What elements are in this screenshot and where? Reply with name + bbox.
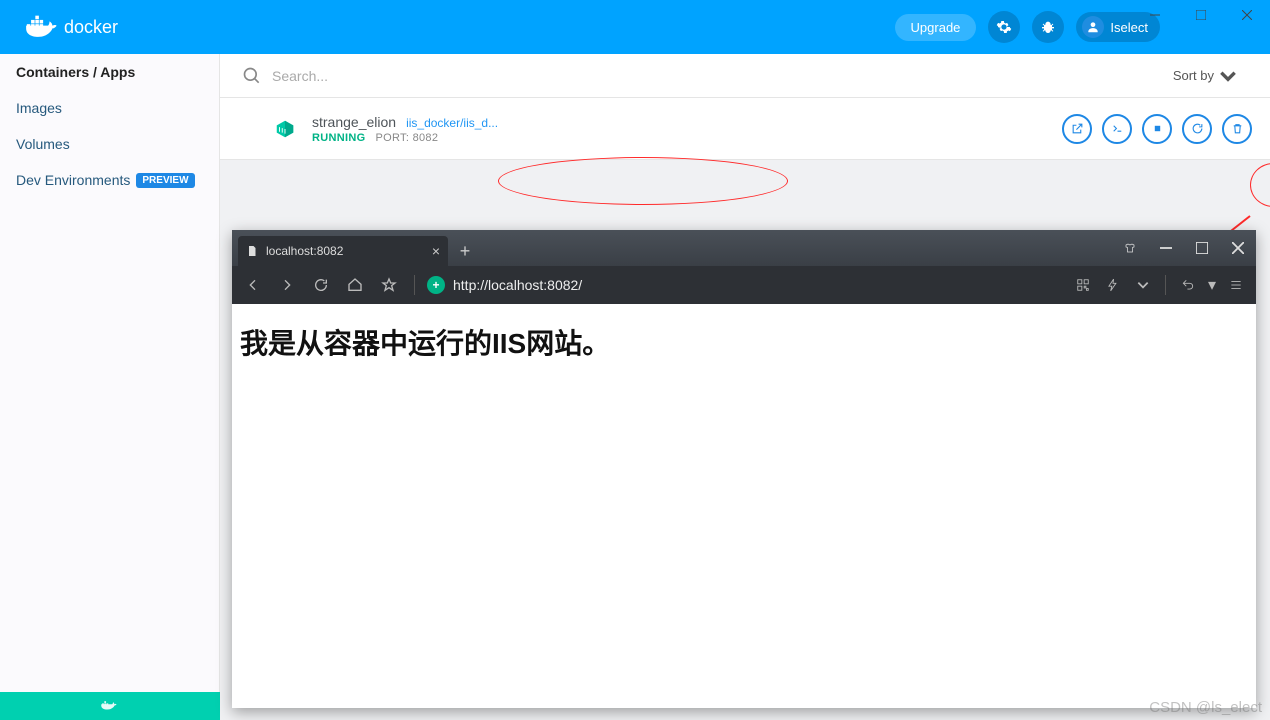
watermark: CSDN @ls_elect	[1149, 699, 1262, 716]
new-tab-button[interactable]: +	[452, 238, 478, 264]
browser-close[interactable]	[1220, 230, 1256, 266]
nav-reload-button[interactable]	[308, 272, 334, 298]
window-minimize[interactable]	[1132, 0, 1178, 30]
restart-button[interactable]	[1182, 114, 1212, 144]
annotation-circle	[1250, 163, 1270, 207]
container-icon	[274, 118, 296, 140]
terminal-icon	[1111, 122, 1124, 135]
window-controls	[1132, 0, 1270, 30]
window-close[interactable]	[1224, 0, 1270, 30]
docker-logo: docker	[24, 15, 118, 39]
browser-minimize[interactable]	[1148, 230, 1184, 266]
sidebar: Containers / Apps Images Volumes Dev Env…	[0, 54, 220, 720]
preview-badge: PREVIEW	[136, 173, 194, 188]
stop-icon	[1151, 122, 1164, 135]
external-link-icon	[1071, 122, 1084, 135]
stop-button[interactable]	[1142, 114, 1172, 144]
toolbar-divider	[1165, 275, 1166, 295]
troubleshoot-button[interactable]	[1032, 11, 1064, 43]
chevron-right-icon	[279, 277, 295, 293]
delete-button[interactable]	[1222, 114, 1252, 144]
annotation-ellipse	[498, 157, 788, 205]
hamburger-icon	[1229, 278, 1243, 292]
container-image: iis_docker/iis_d...	[406, 116, 498, 130]
sidebar-item-containers[interactable]: Containers / Apps	[0, 54, 219, 90]
sort-dropdown[interactable]: Sort by	[1173, 66, 1248, 86]
browser-tab[interactable]: localhost:8082 ×	[238, 236, 448, 266]
reload-icon	[313, 277, 329, 293]
sidebar-item-volumes[interactable]: Volumes	[0, 126, 219, 162]
toolbar-divider	[414, 275, 415, 295]
site-security-badge[interactable]: +	[427, 276, 445, 294]
whale-icon	[98, 699, 122, 713]
shirt-icon	[1124, 242, 1136, 254]
search-bar: Sort by	[220, 54, 1270, 98]
restart-icon	[1191, 122, 1204, 135]
search-icon	[242, 66, 262, 86]
sidebar-item-label: Containers / Apps	[16, 64, 135, 80]
container-port: PORT: 8082	[376, 132, 439, 144]
sort-label: Sort by	[1173, 68, 1214, 83]
chevron-down-icon	[1218, 66, 1238, 86]
brand-text: docker	[64, 17, 118, 38]
nav-bookmark-button[interactable]	[376, 272, 402, 298]
browser-window: localhost:8082 × + + http://localhost:80…	[232, 230, 1256, 708]
nav-home-button[interactable]	[342, 272, 368, 298]
sidebar-item-label: Volumes	[16, 136, 70, 152]
bug-icon	[1040, 19, 1056, 35]
tab-close-button[interactable]: ×	[432, 243, 440, 259]
search-input[interactable]	[272, 68, 1173, 84]
trash-icon	[1231, 122, 1244, 135]
page-icon	[246, 245, 258, 257]
sidebar-item-devenv[interactable]: Dev Environments PREVIEW	[0, 162, 219, 198]
flash-button[interactable]	[1101, 273, 1125, 297]
page-heading: 我是从容器中运行的IIS网站。	[240, 322, 1248, 362]
sidebar-footer[interactable]	[0, 692, 220, 720]
undo-button[interactable]	[1176, 273, 1200, 297]
container-row[interactable]: strange_elion iis_docker/iis_d... RUNNIN…	[220, 98, 1270, 160]
app-header: docker Upgrade Iselect	[0, 0, 1270, 54]
chevron-down-icon	[1136, 278, 1150, 292]
whale-icon	[24, 15, 58, 39]
cli-button[interactable]	[1102, 114, 1132, 144]
chevron-left-icon	[245, 277, 261, 293]
browser-toolbar: + http://localhost:8082/ ▾	[232, 266, 1256, 304]
nav-back-button[interactable]	[240, 272, 266, 298]
undo-icon	[1181, 278, 1195, 292]
flash-dropdown[interactable]	[1131, 273, 1155, 297]
browser-viewport: 我是从容器中运行的IIS网站。	[232, 304, 1256, 380]
sidebar-item-images[interactable]: Images	[0, 90, 219, 126]
qr-button[interactable]	[1071, 273, 1095, 297]
home-icon	[347, 277, 363, 293]
browser-maximize[interactable]	[1184, 230, 1220, 266]
nav-forward-button[interactable]	[274, 272, 300, 298]
settings-button[interactable]	[988, 11, 1020, 43]
address-bar[interactable]: http://localhost:8082/	[453, 277, 1063, 293]
upgrade-button[interactable]: Upgrade	[895, 14, 977, 41]
container-status: RUNNING	[312, 132, 365, 144]
open-in-browser-button[interactable]	[1062, 114, 1092, 144]
browser-extension-button[interactable]	[1112, 230, 1148, 266]
tab-title: localhost:8082	[266, 244, 343, 258]
window-maximize[interactable]	[1178, 0, 1224, 30]
lightning-icon	[1106, 278, 1120, 292]
browser-tabbar: localhost:8082 × +	[232, 230, 1256, 266]
star-icon	[381, 277, 397, 293]
qr-icon	[1076, 278, 1090, 292]
menu-button[interactable]	[1224, 273, 1248, 297]
container-name: strange_elion	[312, 114, 396, 130]
undo-dropdown[interactable]: ▾	[1206, 273, 1218, 297]
sidebar-item-label: Dev Environments	[16, 172, 130, 188]
gear-icon	[996, 19, 1012, 35]
avatar-icon	[1082, 16, 1104, 38]
sidebar-item-label: Images	[16, 100, 62, 116]
